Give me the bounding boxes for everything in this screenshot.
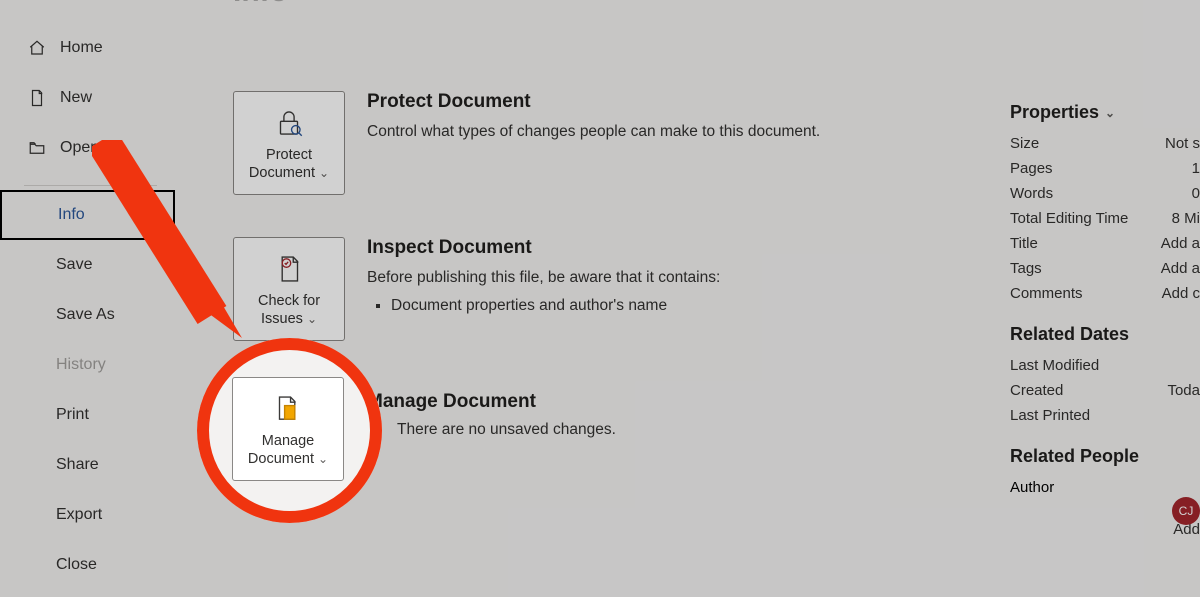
properties-panel: Properties ⌄ SizeNot s Pages1 Words0 Tot…: [1000, 80, 1200, 546]
inspect-text: Inspect Document Before publishing this …: [367, 237, 720, 341]
protect-heading: Protect Document: [367, 91, 820, 113]
inspect-bullet: Document properties and author's name: [391, 297, 720, 315]
property-row: TagsAdd a: [1010, 260, 1200, 277]
property-row: Last Modified: [1010, 357, 1200, 374]
sidebar-item-new[interactable]: New: [0, 73, 175, 123]
sidebar-item-info[interactable]: Info: [0, 190, 175, 240]
property-row: Pages1: [1010, 160, 1200, 177]
property-row: CreatedToda: [1010, 382, 1200, 399]
protect-desc: Control what types of changes people can…: [367, 121, 820, 143]
page-title: Info: [233, 0, 1200, 9]
sidebar-item-open[interactable]: Open: [0, 123, 175, 173]
related-people-heading: Related People: [1010, 446, 1200, 467]
property-row: SizeNot s: [1010, 135, 1200, 152]
manage-document-button[interactable]: ManageDocument ⌄: [232, 377, 344, 481]
sidebar-item-label: Close: [56, 556, 97, 574]
new-icon: [28, 89, 46, 107]
sidebar-item-label: Home: [60, 39, 103, 57]
sidebar-item-label: Save: [56, 256, 92, 274]
related-dates-heading: Related Dates: [1010, 324, 1200, 345]
sidebar-separator: [24, 185, 157, 186]
sidebar-item-label: Print: [56, 406, 89, 424]
lock-icon: [272, 106, 306, 140]
sidebar-item-export[interactable]: Export: [0, 490, 175, 540]
sidebar-item-label: Share: [56, 456, 99, 474]
sidebar-item-label: Info: [58, 206, 85, 224]
sidebar-item-label: Export: [56, 506, 102, 524]
manage-heading: Manage Document: [367, 391, 616, 413]
property-row: Total Editing Time8 Mi: [1010, 210, 1200, 227]
sidebar-item-close[interactable]: Close: [0, 540, 175, 590]
property-row: CommentsAdd c: [1010, 285, 1200, 302]
inspect-heading: Inspect Document: [367, 237, 720, 259]
chevron-down-icon: ⌄: [318, 452, 328, 467]
chevron-down-icon: ⌄: [319, 166, 329, 181]
chevron-down-icon: ⌄: [1105, 106, 1115, 120]
document-manage-icon: [271, 392, 305, 426]
sidebar-item-label: Save As: [56, 306, 115, 324]
backstage-sidebar: Home New Open Info Save Save As History …: [0, 0, 175, 597]
property-row: TitleAdd a: [1010, 235, 1200, 252]
properties-heading[interactable]: Properties ⌄: [1010, 102, 1200, 123]
property-row: Words0: [1010, 185, 1200, 202]
check-for-issues-button[interactable]: Check forIssues ⌄: [233, 237, 345, 341]
manage-text: Manage Document There are no unsaved cha…: [367, 391, 616, 439]
sidebar-item-label: New: [60, 89, 92, 107]
sidebar-item-label: History: [56, 356, 106, 374]
sidebar-item-save[interactable]: Save: [0, 240, 175, 290]
open-icon: [28, 139, 46, 157]
protect-text: Protect Document Control what types of c…: [367, 91, 820, 195]
sidebar-item-print[interactable]: Print: [0, 390, 175, 440]
sidebar-item-home[interactable]: Home: [0, 23, 175, 73]
document-check-icon: [272, 252, 306, 286]
manage-status: There are no unsaved changes.: [397, 421, 616, 439]
avatar[interactable]: CJ: [1172, 497, 1200, 525]
home-icon: [28, 39, 46, 57]
sidebar-item-share[interactable]: Share: [0, 440, 175, 490]
protect-document-button[interactable]: ProtectDocument ⌄: [233, 91, 345, 195]
sidebar-item-history: History: [0, 340, 175, 390]
chevron-down-icon: ⌄: [307, 312, 317, 327]
sidebar-item-save-as[interactable]: Save As: [0, 290, 175, 340]
sidebar-item-label: Open: [60, 139, 99, 157]
property-row: Last Printed: [1010, 407, 1200, 424]
author-label: Author: [1010, 479, 1054, 496]
inspect-desc: Before publishing this file, be aware th…: [367, 267, 720, 289]
